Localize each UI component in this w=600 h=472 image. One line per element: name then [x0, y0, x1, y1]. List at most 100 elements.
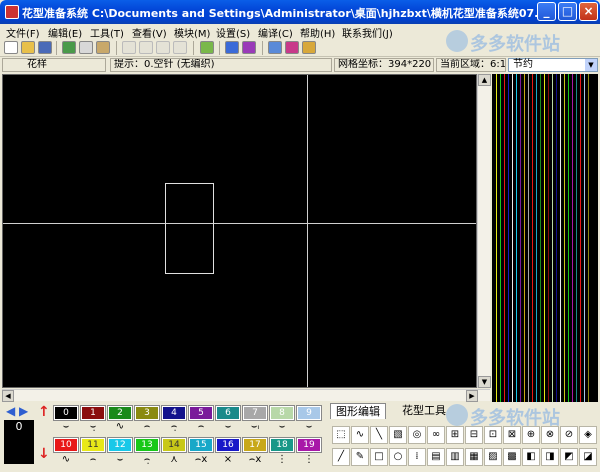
- cut-icon[interactable]: [79, 41, 93, 54]
- menu-module[interactable]: 模块(M): [174, 25, 210, 40]
- scroll-down-icon[interactable]: ▼: [478, 376, 491, 388]
- book-icon[interactable]: [285, 41, 299, 54]
- menu-settings[interactable]: 设置(S): [216, 25, 250, 40]
- column-icon[interactable]: ▥: [446, 448, 464, 466]
- tab-pattern-tools[interactable]: 花型工具: [394, 403, 454, 419]
- grid-icon[interactable]: [225, 41, 239, 54]
- scroll-left-icon[interactable]: ◀: [2, 390, 14, 402]
- color-swatch[interactable]: 5: [188, 405, 214, 421]
- menu-contact[interactable]: 联系我们(J): [342, 25, 393, 40]
- stitch-symbol[interactable]: ⌣: [270, 421, 294, 433]
- scroll-up-icon[interactable]: ▲: [478, 74, 491, 86]
- texture-icon[interactable]: ▩: [503, 448, 521, 466]
- color-swatch[interactable]: 1: [80, 405, 106, 421]
- text-icon[interactable]: ◪: [579, 448, 597, 466]
- insert-row-icon[interactable]: ⊞: [446, 426, 464, 444]
- select-icon[interactable]: ⬚: [332, 426, 350, 444]
- undo-icon[interactable]: [122, 41, 136, 54]
- redo-all-icon[interactable]: [156, 41, 170, 54]
- grid-fill-icon[interactable]: ▦: [465, 448, 483, 466]
- color-swatch[interactable]: 6: [215, 405, 241, 421]
- color-swatch[interactable]: 19: [296, 437, 322, 453]
- color-swatch[interactable]: 0: [53, 405, 79, 421]
- stitch-symbol[interactable]: ⌣: [54, 421, 78, 433]
- stitch-symbol[interactable]: ×: [216, 454, 240, 466]
- save-icon[interactable]: [38, 41, 52, 54]
- document-icon[interactable]: [268, 41, 282, 54]
- row-icon[interactable]: ▤: [427, 448, 445, 466]
- new-file-icon[interactable]: [4, 41, 18, 54]
- refresh-icon[interactable]: [173, 41, 187, 54]
- vertical-scrollbar[interactable]: ▲ ▼: [477, 74, 491, 388]
- color-swatch[interactable]: 16: [215, 437, 241, 453]
- paste-icon[interactable]: [96, 41, 110, 54]
- selection-box[interactable]: [165, 183, 214, 274]
- tab-graphic-edit[interactable]: 图形编辑: [330, 403, 386, 419]
- stitch-symbol[interactable]: ⋮: [270, 454, 294, 466]
- stamp-icon[interactable]: ◈: [579, 426, 597, 444]
- stitch-symbol[interactable]: ⋮: [297, 454, 321, 466]
- color-swatch[interactable]: 10: [53, 437, 79, 453]
- brush-icon[interactable]: [200, 41, 214, 54]
- redo-icon[interactable]: [139, 41, 153, 54]
- diagonal-icon[interactable]: ╱: [332, 448, 350, 466]
- chevron-right-icon[interactable]: ▶: [19, 404, 31, 418]
- line-icon[interactable]: ╲: [370, 426, 388, 444]
- color-swatch[interactable]: 8: [269, 405, 295, 421]
- menu-tools[interactable]: 工具(T): [90, 25, 124, 40]
- menu-compile[interactable]: 编译(C): [258, 25, 293, 40]
- color-swatch[interactable]: 17: [242, 437, 268, 453]
- stitch-symbol[interactable]: ⌢̣: [162, 421, 186, 433]
- color-swatch[interactable]: 12: [107, 437, 133, 453]
- copy-icon[interactable]: [62, 41, 76, 54]
- stitch-symbol[interactable]: ⌢: [135, 421, 159, 433]
- split-icon[interactable]: ◧: [522, 448, 540, 466]
- stitch-symbol[interactable]: ⋏: [162, 454, 186, 466]
- horizontal-scrollbar[interactable]: ◀ ▶: [2, 389, 490, 402]
- pencil-icon[interactable]: ✎: [351, 448, 369, 466]
- link-icon[interactable]: ∞: [427, 426, 445, 444]
- minimize-button[interactable]: _: [537, 2, 556, 21]
- open-folder-icon[interactable]: [21, 41, 35, 54]
- hatch-icon[interactable]: ▨: [484, 448, 502, 466]
- ellipse-icon[interactable]: ○: [389, 448, 407, 466]
- stitch-symbol[interactable]: ⌢x: [189, 454, 213, 466]
- stitch-symbol[interactable]: ⌣: [108, 454, 132, 466]
- curve-icon[interactable]: ∿: [351, 426, 369, 444]
- stitch-symbol[interactable]: ⌢: [189, 421, 213, 433]
- color-swatch[interactable]: 3: [134, 405, 160, 421]
- color-swatch[interactable]: 2: [107, 405, 133, 421]
- stitch-symbol[interactable]: ⌣̣: [81, 421, 105, 433]
- menu-view[interactable]: 查看(V): [132, 25, 167, 40]
- close-button[interactable]: ×: [579, 2, 598, 21]
- help-icon[interactable]: [302, 41, 316, 54]
- color-swatch[interactable]: 4: [161, 405, 187, 421]
- dots-icon[interactable]: ⁞: [408, 448, 426, 466]
- pattern-icon[interactable]: [242, 41, 256, 54]
- color-swatch[interactable]: 15: [188, 437, 214, 453]
- color-swatch[interactable]: 11: [80, 437, 106, 453]
- stitch-symbol[interactable]: ⌢: [81, 454, 105, 466]
- color-swatch[interactable]: 14: [161, 437, 187, 453]
- color-swatch[interactable]: 7: [242, 405, 268, 421]
- stitch-symbol[interactable]: ⌢x: [243, 454, 267, 466]
- color-swatch[interactable]: 9: [296, 405, 322, 421]
- rectangle-icon[interactable]: □: [370, 448, 388, 466]
- arrow-down-icon[interactable]: ↓: [38, 446, 50, 462]
- stitch-symbol[interactable]: ⌣: [297, 421, 321, 433]
- chevron-down-icon[interactable]: ▼: [585, 59, 597, 71]
- chevron-left-icon[interactable]: ◀: [6, 404, 18, 418]
- menu-help[interactable]: 帮助(H): [300, 25, 335, 40]
- scroll-right-icon[interactable]: ▶: [466, 390, 478, 402]
- stitch-symbol[interactable]: ⌣: [216, 421, 240, 433]
- color-swatch[interactable]: 18: [269, 437, 295, 453]
- stitch-symbol[interactable]: ⌢̣: [135, 454, 159, 466]
- color-swatch[interactable]: 13: [134, 437, 160, 453]
- mode-select[interactable]: 节约 ▼: [508, 58, 598, 72]
- flip-icon[interactable]: ⊘: [560, 426, 578, 444]
- shift-icon[interactable]: ◩: [560, 448, 578, 466]
- merge-icon[interactable]: ◨: [541, 448, 559, 466]
- stitch-symbol[interactable]: ⌣ᵢ: [243, 421, 267, 433]
- stitch-symbol[interactable]: ∿: [54, 454, 78, 466]
- maximize-button[interactable]: □: [558, 2, 577, 21]
